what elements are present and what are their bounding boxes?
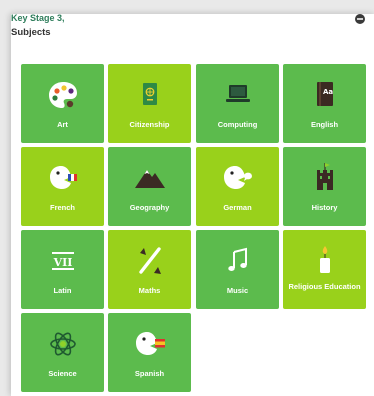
- subject-label: Computing: [217, 120, 258, 129]
- subject-tile-art[interactable]: Art: [21, 64, 104, 143]
- roman-numeral-icon: VII: [46, 244, 80, 278]
- subject-tile-science[interactable]: Science: [21, 313, 104, 392]
- subject-label: Latin: [53, 286, 72, 295]
- subject-label: Art: [57, 120, 68, 129]
- book-icon: Aa: [308, 78, 342, 112]
- subject-tile-english[interactable]: Aa English: [283, 64, 366, 143]
- face-french-flag-icon: [46, 161, 80, 195]
- subject-tile-computing[interactable]: Computing: [196, 64, 279, 143]
- more-options-button[interactable]: [355, 14, 365, 24]
- castle-icon: [308, 161, 342, 195]
- subject-label: Geography: [129, 203, 170, 212]
- svg-text:Aa: Aa: [323, 88, 333, 96]
- subject-tile-german[interactable]: German: [196, 147, 279, 226]
- subject-label: French: [49, 203, 75, 212]
- subject-label: English: [310, 120, 339, 129]
- mountain-icon: [133, 161, 167, 195]
- face-spanish-flag-icon: [133, 327, 167, 361]
- subject-label: Maths: [138, 286, 161, 295]
- subject-label: Science: [48, 369, 77, 378]
- subject-tile-latin[interactable]: VII Latin: [21, 230, 104, 309]
- page-title: Subjects: [11, 27, 51, 38]
- face-speech-icon: [221, 161, 255, 195]
- palette-icon: [46, 78, 80, 112]
- atom-icon: [46, 327, 80, 361]
- laptop-icon: [221, 78, 255, 112]
- subject-tile-spanish[interactable]: Spanish: [108, 313, 191, 392]
- svg-text:VII: VII: [52, 256, 72, 269]
- music-note-icon: [221, 244, 255, 278]
- subject-tile-french[interactable]: French: [21, 147, 104, 226]
- passport-icon: [133, 78, 167, 112]
- subject-label: Music: [226, 286, 249, 295]
- subject-tile-maths[interactable]: Maths: [108, 230, 191, 309]
- subject-label: German: [223, 203, 252, 212]
- subject-tile-religious-education[interactable]: Religious Education: [283, 230, 366, 309]
- candle-icon: [308, 244, 342, 278]
- subject-tile-history[interactable]: History: [283, 147, 366, 226]
- page-header: Key Stage 3, Subjects: [11, 12, 65, 39]
- subject-label: Citizenship: [129, 120, 170, 129]
- breadcrumb[interactable]: Key Stage 3,: [11, 12, 65, 24]
- subject-tile-music[interactable]: Music: [196, 230, 279, 309]
- subject-label: History: [311, 203, 338, 212]
- subject-label: Spanish: [134, 369, 165, 378]
- subject-tile-citizenship[interactable]: Citizenship: [108, 64, 191, 143]
- percent-icon: [133, 244, 167, 278]
- subject-tile-geography[interactable]: Geography: [108, 147, 191, 226]
- subject-label: Religious Education: [288, 282, 361, 291]
